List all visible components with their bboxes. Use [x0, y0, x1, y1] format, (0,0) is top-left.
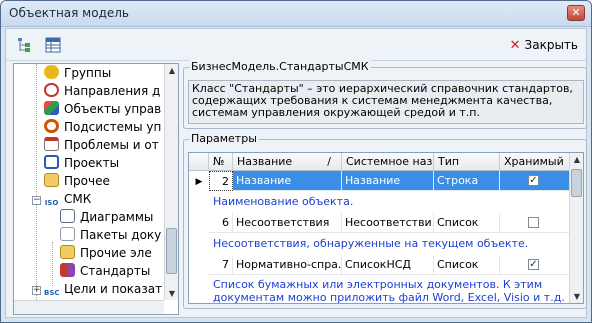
directions-icon: [44, 83, 59, 97]
column-header-stored[interactable]: Хранимый: [500, 153, 570, 171]
tree-item-packages[interactable]: Пакеты доку: [60, 226, 161, 244]
column-header-num[interactable]: №: [209, 153, 233, 171]
window-close-icon[interactable]: ✕: [567, 5, 585, 21]
table-row-type[interactable]: Список: [434, 255, 500, 275]
collapse-icon[interactable]: −: [32, 196, 41, 205]
table-row-description: Список бумажных или электронных документ…: [213, 278, 543, 291]
tree-horizontal-scrollbar[interactable]: [14, 300, 164, 314]
table-row-description: Несоответствия, обнаруженные на текущем …: [213, 237, 529, 250]
scroll-thumb[interactable]: [571, 169, 582, 197]
current-row-icon: ▶: [195, 177, 203, 187]
scroll-up-icon[interactable]: ▲: [167, 66, 177, 75]
coins-icon: [44, 65, 59, 79]
window-title: Объектная модель: [9, 6, 129, 20]
problems-icon: [44, 137, 59, 151]
bsc-icon: BSC: [44, 286, 60, 300]
scroll-down-icon[interactable]: ▼: [167, 289, 177, 298]
tree-item-other-elements[interactable]: Прочие эле: [60, 244, 152, 262]
standards-icon: [60, 263, 75, 277]
packages-icon: [60, 227, 75, 241]
expand-icon[interactable]: +: [32, 286, 41, 295]
tree-item-other[interactable]: Прочее: [44, 172, 110, 190]
stored-checkbox[interactable]: ✓: [528, 175, 539, 186]
close-button[interactable]: ✕ Закрыть: [510, 36, 578, 54]
tree-item-subsystems[interactable]: Подсистемы уп: [44, 118, 161, 136]
table-row-type[interactable]: Список: [434, 213, 500, 233]
scroll-down-icon[interactable]: ▼: [572, 292, 582, 301]
description-group: БизнесМодель.СтандартыСМК Класс "Стандар…: [183, 60, 587, 129]
description-text: Класс "Стандарты" – это иерархический сп…: [188, 80, 584, 124]
tree-item-objects[interactable]: Объекты управ: [44, 100, 161, 118]
diagram-icon: [60, 209, 75, 223]
table-row-stored[interactable]: ✓: [500, 255, 570, 275]
grid-header-indicator: [189, 153, 209, 171]
table-row-num[interactable]: 7: [209, 255, 233, 275]
subsystems-icon: [44, 119, 59, 133]
grid-vertical-scrollbar[interactable]: ▲ ▼: [569, 153, 583, 303]
app-window: Объектная модель ✕ ✕ Закрыть Группы Напр…: [0, 0, 592, 323]
sort-icon: /: [327, 155, 331, 168]
description-group-title: БизнесМодель.СтандартыСМК: [189, 60, 371, 73]
table-row-description: Наименование объекта.: [213, 195, 354, 208]
column-header-sysname[interactable]: Системное наз...: [342, 153, 434, 171]
parameters-group: Параметры № Название / Системное наз... …: [183, 132, 587, 309]
close-button-label: Закрыть: [524, 38, 578, 52]
folder-icon: [60, 245, 75, 259]
folder-icon: [44, 173, 59, 187]
table-row-sysname[interactable]: Несоответстви...: [342, 213, 434, 233]
table-row-sysname[interactable]: Название: [342, 171, 434, 191]
table-row-num[interactable]: 2: [209, 171, 233, 191]
tree-item-smk[interactable]: ISO СМК: [44, 190, 91, 210]
projects-icon: [44, 155, 59, 169]
scroll-thumb[interactable]: [166, 228, 177, 274]
title-bar: Объектная модель ✕: [1, 1, 591, 27]
table-view-icon[interactable]: [44, 36, 62, 54]
table-row-name[interactable]: Несоответствия: [233, 213, 342, 233]
toolbar: ✕ Закрыть: [6, 29, 586, 61]
column-header-type[interactable]: Тип: [434, 153, 500, 171]
table-row-name[interactable]: Нормативно-спра...: [233, 255, 342, 275]
parameters-group-title: Параметры: [189, 132, 259, 145]
tree-item-problems[interactable]: Проблемы и от: [44, 136, 159, 154]
table-row-name[interactable]: Название: [233, 171, 342, 191]
scroll-up-icon[interactable]: ▲: [572, 155, 582, 164]
client-area: ✕ Закрыть Группы Направления д Объекты уп…: [5, 28, 587, 318]
tree-vertical-scrollbar[interactable]: ▲ ▼: [164, 64, 178, 300]
table-row-type[interactable]: Строка: [434, 171, 500, 191]
stored-checkbox[interactable]: ✓: [528, 259, 539, 270]
table-row-stored[interactable]: ✓: [500, 171, 570, 191]
table-row-num[interactable]: 6: [209, 213, 233, 233]
tree-item-goals[interactable]: BSC Цели и показат: [44, 280, 162, 300]
tree-item-projects[interactable]: Проекты: [44, 154, 119, 172]
tree-item-diagrams[interactable]: Диаграммы: [60, 208, 153, 226]
column-header-name[interactable]: Название /: [233, 153, 342, 171]
objects-icon: [44, 101, 59, 115]
tree-item-standards[interactable]: Стандарты: [60, 262, 150, 280]
tree-item-groups[interactable]: Группы: [44, 64, 111, 82]
table-row-stored[interactable]: [500, 213, 570, 233]
stored-checkbox[interactable]: [528, 217, 539, 228]
tree-line: [36, 64, 37, 304]
object-tree: Группы Направления д Объекты управ Подси…: [13, 63, 179, 315]
tree-view-icon[interactable]: [16, 36, 34, 54]
tree-item-directions[interactable]: Направления д: [44, 82, 160, 100]
parameters-grid: № Название / Системное наз... Тип Храним…: [188, 152, 584, 304]
close-icon: ✕: [509, 38, 521, 53]
iso-icon: ISO: [44, 196, 59, 210]
table-row-description-line2: документам можно приложить файл Word, Ex…: [213, 291, 565, 304]
table-row-sysname[interactable]: СписокНСД: [342, 255, 434, 275]
